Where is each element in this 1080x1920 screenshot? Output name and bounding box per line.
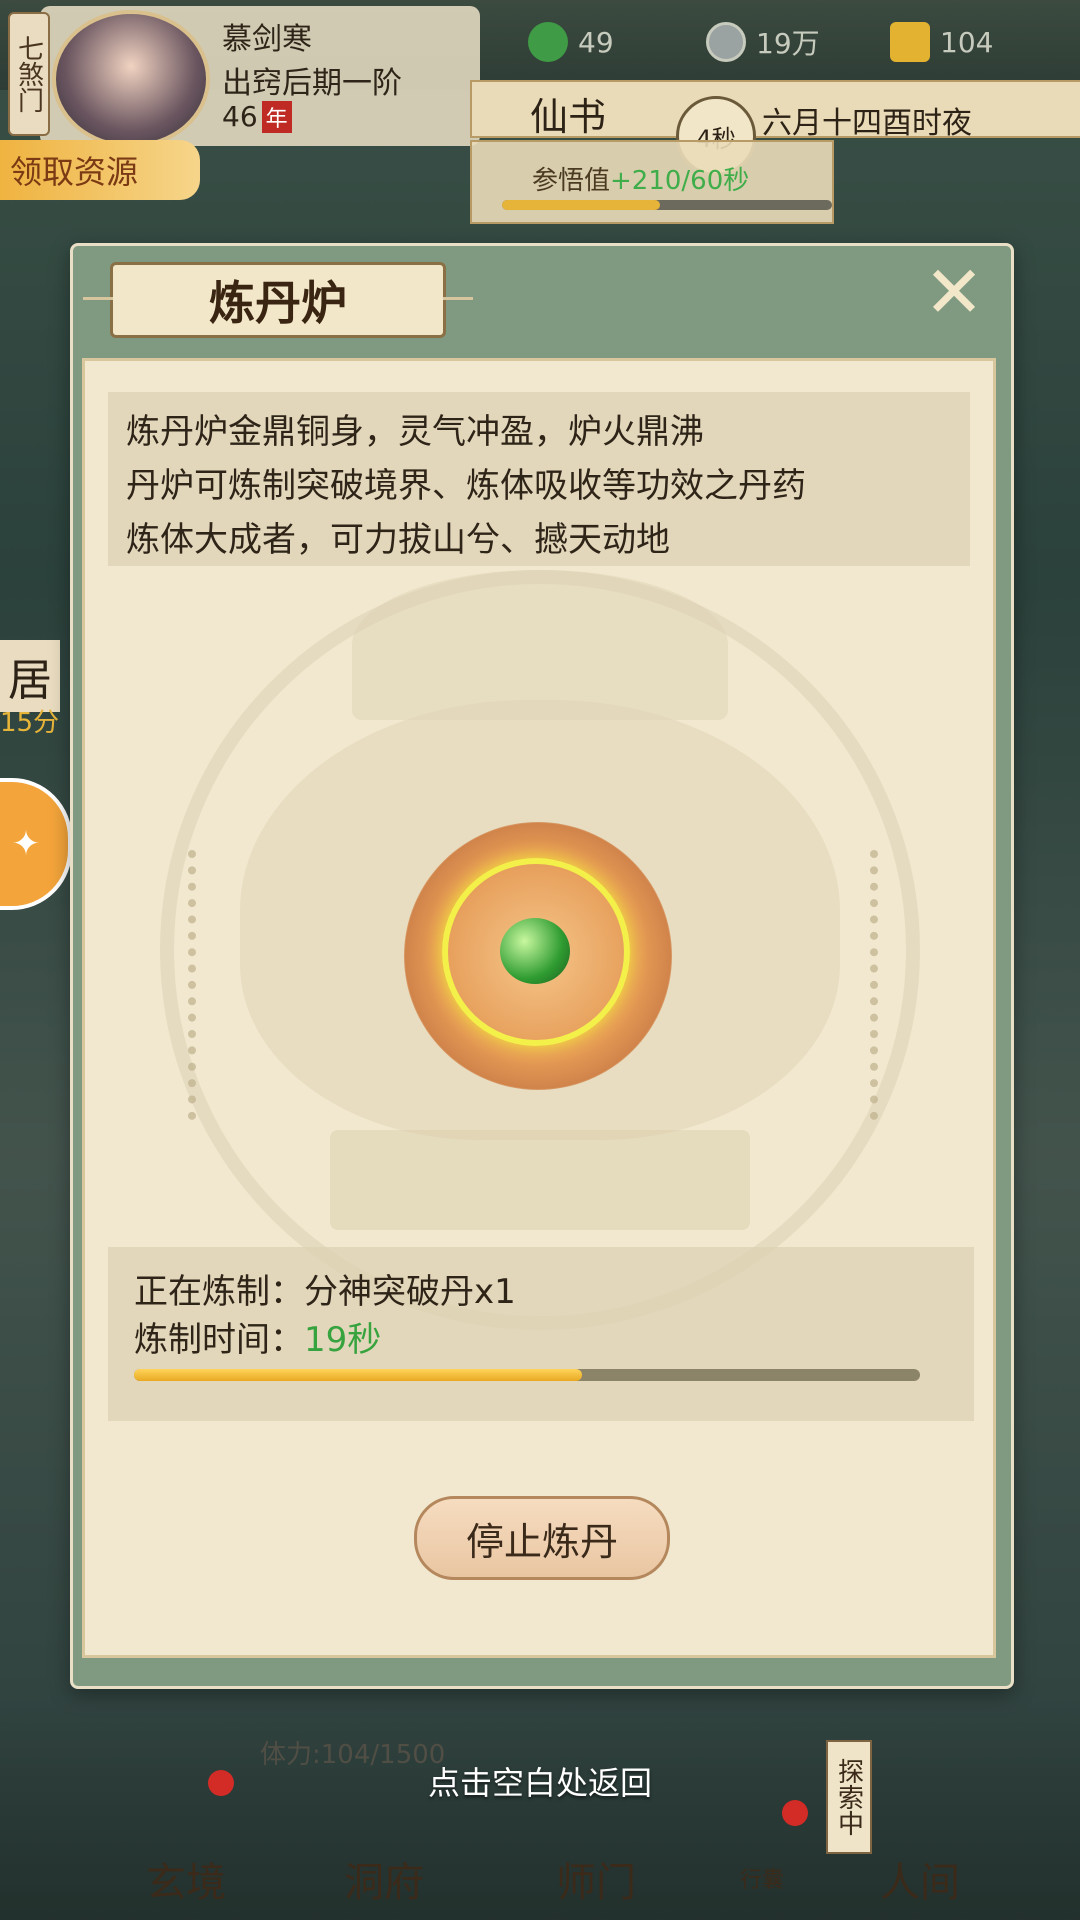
- nav-bag[interactable]: 行囊: [740, 1862, 784, 1894]
- notification-dot: [208, 1770, 234, 1796]
- refining-progress-fill: [134, 1369, 583, 1381]
- sect-tag[interactable]: 七煞门: [8, 12, 50, 136]
- refining-progress-bar: [134, 1369, 920, 1381]
- explore-tag[interactable]: 探索中: [826, 1740, 872, 1854]
- chain-right: [870, 850, 908, 1120]
- ingot-icon: [890, 22, 930, 62]
- claim-resources-button[interactable]: 领取资源: [0, 140, 200, 200]
- player-name: 慕剑寒: [222, 22, 312, 57]
- avatar[interactable]: [52, 10, 210, 148]
- side-building-time: 15分: [0, 708, 60, 738]
- player-realm: 出窍后期一阶: [222, 66, 402, 101]
- description-line-2: 丹炉可炼制突破境界、炼体吸收等功效之丹药: [126, 466, 806, 506]
- close-icon[interactable]: ✕: [922, 256, 986, 328]
- furnace-lid: [352, 570, 728, 720]
- chain-left: [188, 850, 226, 1120]
- green-pill-icon: [500, 918, 570, 984]
- resource-coin[interactable]: 19万: [706, 22, 820, 62]
- resource-leaf[interactable]: 49: [528, 22, 614, 62]
- age-unit-badge: 年: [261, 101, 292, 133]
- insight-rate: +210/60秒: [610, 166, 750, 196]
- refining-line: 正在炼制：分神突破丹x1: [134, 1264, 516, 1313]
- refining-label: 正在炼制：: [134, 1272, 304, 1312]
- nav-dongfu[interactable]: 洞府: [344, 1850, 424, 1908]
- resource-coin-value: 19万: [756, 27, 820, 60]
- modal-title: 炼丹炉: [83, 262, 473, 338]
- age-value: 46: [222, 100, 258, 133]
- stop-refining-button[interactable]: 停止炼丹: [414, 1496, 670, 1580]
- description-line-1: 炼丹炉金鼎铜身，灵气冲盈，炉火鼎沸: [126, 412, 704, 452]
- nav-shimen[interactable]: 师门: [556, 1850, 636, 1908]
- coin-icon: [706, 22, 746, 62]
- refining-item: 分神突破丹x1: [304, 1272, 516, 1312]
- book-title: 仙书: [530, 95, 607, 139]
- notification-dot: [782, 1800, 808, 1826]
- refining-time-value: 19秒: [304, 1320, 382, 1360]
- leaf-icon: [528, 22, 568, 62]
- resource-leaf-value: 49: [578, 25, 614, 59]
- nav-renjian[interactable]: 人间: [880, 1850, 960, 1908]
- refining-time-label: 炼制时间：: [134, 1320, 304, 1360]
- return-hint: 点击空白处返回: [427, 1764, 652, 1802]
- nav-xuanjing[interactable]: 玄境: [146, 1850, 226, 1908]
- insight-progress-fill: [502, 200, 661, 210]
- resource-ingot-value: 104: [940, 25, 994, 59]
- insight-progress-bar: [502, 200, 832, 210]
- player-age: 46 年: [222, 100, 292, 133]
- refining-time-line: 炼制时间：19秒: [134, 1312, 381, 1361]
- game-date: 六月十四酉时夜: [762, 106, 972, 141]
- furnace-base: [330, 1130, 750, 1230]
- insight-label: 参悟值+210/60秒: [532, 160, 749, 197]
- resource-ingot[interactable]: 104: [890, 22, 993, 62]
- description-line-3: 炼体大成者，可力拔山兮、撼天动地: [126, 520, 670, 560]
- insight-label-text: 参悟值: [532, 166, 611, 196]
